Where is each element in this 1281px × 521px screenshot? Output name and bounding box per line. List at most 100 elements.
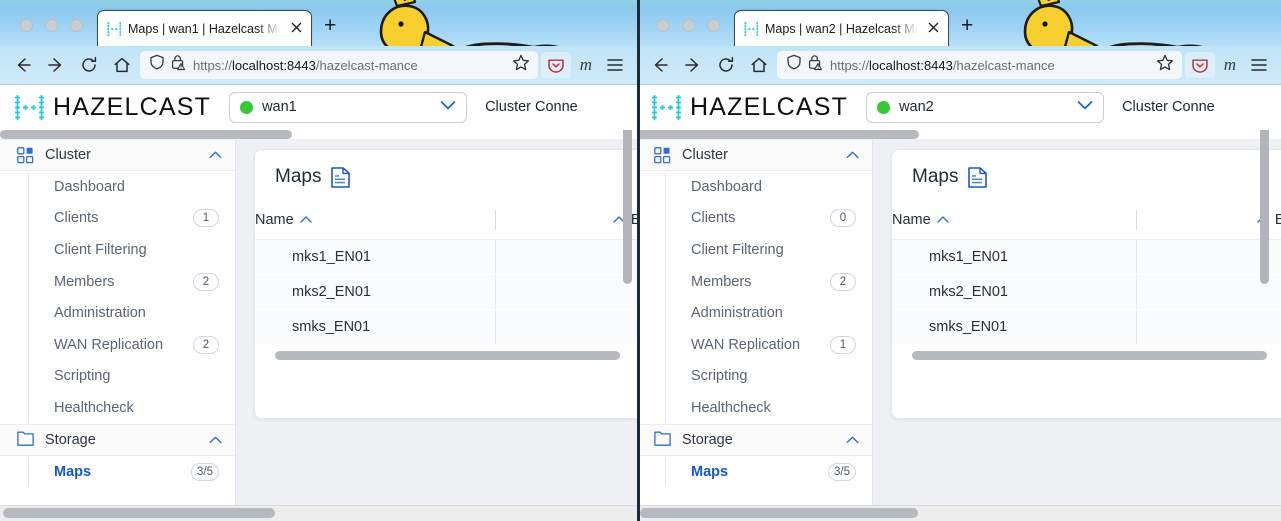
sidebar-item-maps[interactable]: Maps 3/5 (665, 456, 872, 488)
page-horizontal-scrollbar[interactable] (640, 508, 918, 518)
sidebar-item-healthcheck[interactable]: Healthcheck (665, 392, 872, 424)
window-traffic-lights[interactable] (637, 19, 734, 46)
sidebar-group-cluster[interactable]: Cluster (0, 139, 235, 171)
column-header-name[interactable]: Name (255, 206, 495, 240)
sidebar-item-scripting[interactable]: Scripting (28, 361, 235, 393)
close-icon[interactable] (288, 21, 305, 37)
sidebar-group-storage[interactable]: Storage (637, 423, 872, 456)
table-horizontal-scrollbar[interactable] (912, 351, 1281, 360)
cluster-selected-name: wan2 (899, 99, 934, 115)
cluster-status-dot (877, 100, 891, 114)
maximize-window-button[interactable] (707, 19, 720, 32)
table-row[interactable]: smks_EN010 (255, 309, 637, 345)
close-icon[interactable] (925, 21, 942, 37)
account-glyph[interactable]: m (574, 55, 598, 75)
lock-warning-icon[interactable] (171, 54, 187, 76)
window-divider (637, 0, 640, 521)
forward-arrow-icon[interactable] (678, 50, 708, 80)
column-header-name[interactable]: Name (892, 206, 1136, 240)
sidebar-item-dashboard[interactable]: Dashboard (665, 171, 872, 203)
sidebar-item-members[interactable]: Members 2 (28, 266, 235, 298)
sidebar-item-client-filtering[interactable]: Client Filtering (28, 234, 235, 266)
page-horizontal-scrollbar[interactable] (3, 508, 275, 518)
table-horizontal-scrollbar[interactable] (275, 351, 637, 360)
sidebar-item-badge: 3/5 (191, 462, 219, 481)
sidebar-group-cluster[interactable]: Cluster (637, 139, 872, 171)
cluster-selector-dropdown[interactable]: wan1 (229, 91, 468, 123)
column-header-entries[interactable]: Entries (494, 206, 637, 240)
minimize-window-button[interactable] (682, 19, 695, 32)
table-row[interactable]: mks1_EN010 (255, 239, 637, 275)
hamburger-menu-icon[interactable] (601, 56, 629, 74)
window-traffic-lights[interactable] (0, 19, 97, 46)
app-header-scrollbar[interactable] (0, 130, 637, 139)
maximize-window-button[interactable] (70, 19, 83, 32)
hazelcast-logo[interactable]: HAZELCAST (651, 93, 848, 122)
sidebar-group-label: Storage (45, 431, 96, 448)
home-icon[interactable] (744, 50, 774, 80)
new-tab-button[interactable]: + (312, 15, 346, 46)
table-row[interactable]: smks_EN010 (892, 309, 1281, 345)
document-icon[interactable] (331, 166, 351, 188)
page-horizontal-scrollbar-track (0, 505, 637, 521)
sidebar-item-wan-replication[interactable]: WAN Replication 1 (665, 329, 872, 361)
table-row[interactable]: mks2_EN010 (892, 274, 1281, 310)
forward-arrow-icon[interactable] (41, 50, 71, 80)
sidebar-group-label: Storage (682, 431, 733, 448)
sidebar-item-healthcheck[interactable]: Healthcheck (28, 392, 235, 424)
lock-warning-icon[interactable] (808, 54, 824, 76)
pocket-icon[interactable] (1184, 52, 1215, 78)
url-text: https://localhost:8443/hazelcast-mance (193, 57, 418, 73)
hazelcast-mark-icon (651, 94, 681, 121)
sidebar-item-clients[interactable]: Clients 0 (665, 203, 872, 235)
hazelcast-logo[interactable]: HAZELCAST (14, 93, 211, 122)
cluster-selector-dropdown[interactable]: wan2 (866, 91, 1105, 123)
url-address-bar[interactable]: https://localhost:8443/hazelcast-mance (140, 51, 538, 79)
account-glyph[interactable]: m (1218, 55, 1242, 75)
bookmark-star-icon[interactable] (1156, 54, 1176, 76)
chevron-up-icon[interactable] (846, 431, 859, 449)
new-tab-button[interactable]: + (949, 15, 983, 46)
shield-icon[interactable] (149, 54, 165, 76)
chevron-up-icon[interactable] (846, 146, 859, 164)
back-arrow-icon[interactable] (8, 50, 38, 80)
reload-icon[interactable] (74, 50, 104, 80)
cell-map-name: mks1_EN01 (255, 239, 495, 275)
sidebar-group-items: Dashboard Clients 1 Client Filtering Members… (0, 171, 235, 424)
back-arrow-icon[interactable] (645, 50, 675, 80)
sidebar-item-administration[interactable]: Administration (28, 297, 235, 329)
browser-tab[interactable]: Maps | wan1 | Hazelcast Manage (97, 10, 312, 46)
sidebar-item-administration[interactable]: Administration (665, 297, 872, 329)
app-header-scrollbar[interactable] (637, 130, 1281, 139)
chevron-up-icon[interactable] (209, 146, 222, 164)
close-window-button[interactable] (20, 19, 33, 32)
hamburger-menu-icon[interactable] (1245, 56, 1273, 74)
sidebar-item-dashboard[interactable]: Dashboard (28, 171, 235, 203)
browser-tab[interactable]: Maps | wan2 | Hazelcast Manage (734, 10, 949, 46)
document-icon[interactable] (968, 166, 988, 188)
bookmark-star-icon[interactable] (512, 54, 532, 76)
dual-browser-window-screen: Maps | wan1 | Hazelcast Manage + https:/… (0, 0, 1281, 521)
sidebar-item-members[interactable]: Members 2 (665, 266, 872, 298)
table-row[interactable]: mks2_EN010 (255, 274, 637, 310)
sidebar-item-label: Dashboard (54, 178, 125, 195)
pocket-icon[interactable] (540, 52, 571, 78)
sidebar-item-clients[interactable]: Clients 1 (28, 203, 235, 235)
sidebar-group-storage[interactable]: Storage (0, 423, 235, 456)
sidebar-item-badge: 1 (830, 335, 856, 354)
sidebar-item-badge: 3/5 (828, 462, 856, 481)
sort-asc-caret-icon (299, 213, 312, 227)
home-icon[interactable] (107, 50, 137, 80)
sidebar-item-maps[interactable]: Maps 3/5 (28, 456, 235, 488)
shield-icon[interactable] (786, 54, 802, 76)
close-window-button[interactable] (657, 19, 670, 32)
table-row[interactable]: mks1_EN010 (892, 239, 1281, 275)
chevron-down-icon (440, 98, 456, 116)
sidebar-item-scripting[interactable]: Scripting (665, 361, 872, 393)
chevron-up-icon[interactable] (209, 431, 222, 449)
sidebar-item-wan-replication[interactable]: WAN Replication 2 (28, 329, 235, 361)
reload-icon[interactable] (711, 50, 741, 80)
url-address-bar[interactable]: https://localhost:8443/hazelcast-mance (777, 51, 1182, 79)
sidebar-item-client-filtering[interactable]: Client Filtering (665, 234, 872, 266)
minimize-window-button[interactable] (45, 19, 58, 32)
